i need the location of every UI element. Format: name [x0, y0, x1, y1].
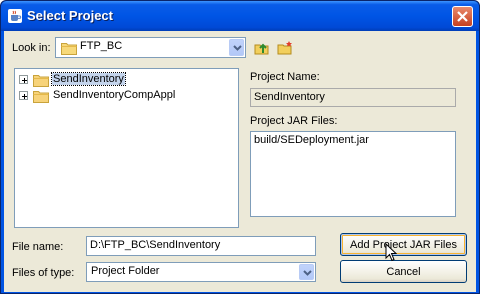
plus-icon [22, 78, 27, 83]
project-name-value: SendInventory [254, 91, 325, 103]
cancel-button[interactable]: Cancel [340, 260, 467, 283]
tree-node-label[interactable]: SendInventory [51, 72, 126, 86]
expand-toggle[interactable] [19, 91, 28, 100]
tree-node-label[interactable]: SendInventoryCompAppl [52, 89, 176, 101]
dialog-body: Look in: FTP_BC SendInventory SendInvent… [4, 31, 476, 292]
window-title: Select Project [27, 8, 113, 23]
mouse-pointer-icon [385, 243, 397, 262]
folder-icon [33, 75, 49, 87]
file-name-value: D:\FTP_BC\SendInventory [90, 239, 221, 251]
look-in-label: Look in: [12, 42, 51, 54]
look-in-dropdown-button[interactable] [229, 39, 244, 56]
add-project-jar-button[interactable]: Add Project JAR Files [340, 233, 467, 256]
add-project-jar-label: Add Project JAR Files [350, 239, 457, 251]
close-button[interactable] [452, 6, 473, 27]
project-jar-label: Project JAR Files: [250, 115, 338, 127]
files-of-type-combo[interactable]: Project Folder [86, 262, 316, 282]
chevron-down-icon [303, 270, 312, 276]
java-cup-icon [8, 9, 22, 23]
file-name-input[interactable]: D:\FTP_BC\SendInventory [86, 236, 316, 256]
project-jar-list[interactable]: build/SEDeployment.jar [250, 131, 456, 217]
look-in-combo[interactable]: FTP_BC [55, 37, 246, 58]
title-bar[interactable]: Select Project [1, 1, 479, 31]
files-of-type-label: Files of type: [12, 267, 75, 279]
plus-icon [22, 94, 27, 99]
project-name-label: Project Name: [250, 71, 320, 83]
project-tree[interactable]: SendInventory SendInventoryCompAppl [14, 68, 239, 228]
files-of-type-dropdown-button[interactable] [299, 264, 314, 280]
folder-icon [33, 91, 49, 103]
chevron-down-icon [233, 45, 242, 51]
close-icon [457, 11, 468, 22]
cancel-label: Cancel [386, 266, 421, 278]
up-folder-icon[interactable] [254, 40, 270, 56]
expand-toggle[interactable] [19, 75, 28, 84]
folder-icon [61, 43, 77, 55]
dialog-window: Select Project Look in: FTP_BC SendInven… [0, 0, 480, 294]
files-of-type-value: Project Folder [91, 265, 160, 277]
project-jar-item[interactable]: build/SEDeployment.jar [254, 134, 369, 146]
project-name-field: SendInventory [250, 88, 456, 107]
file-name-label: File name: [12, 241, 64, 253]
look-in-value: FTP_BC [80, 40, 123, 52]
new-folder-icon[interactable] [277, 40, 293, 56]
